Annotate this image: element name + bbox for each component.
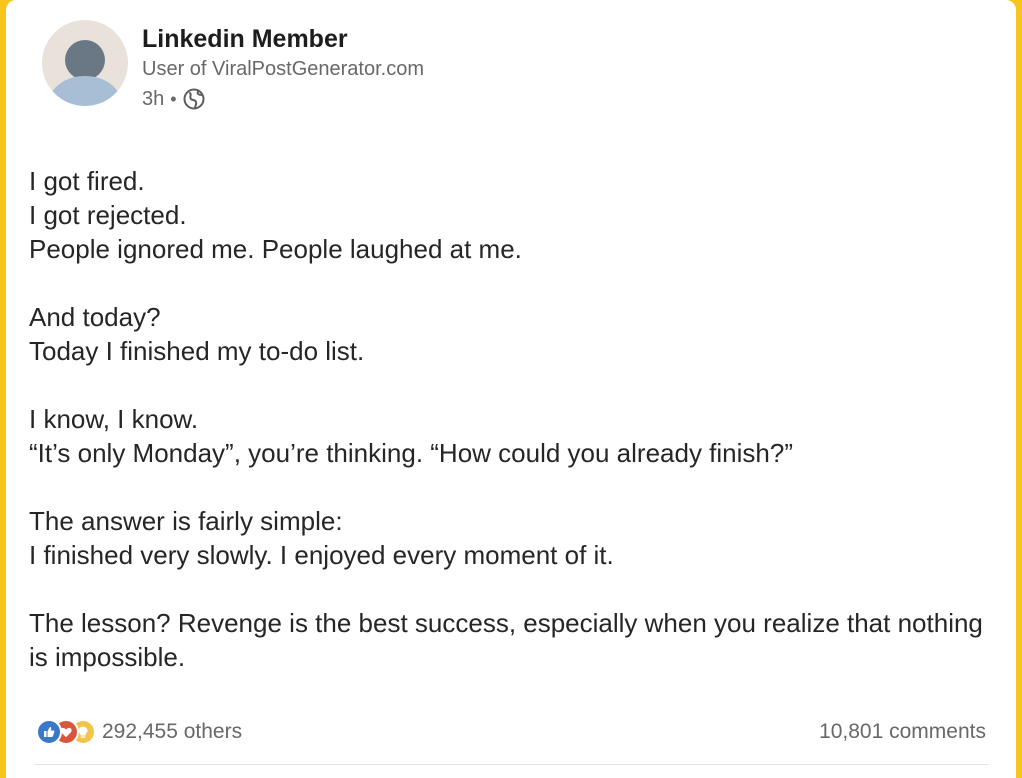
author-name[interactable]: Linkedin Member (142, 25, 348, 54)
comments-count[interactable]: 10,801 comments (819, 720, 986, 744)
post-line: The lesson? Revenge is the best success,… (29, 608, 983, 672)
post-line: I got rejected. (29, 200, 187, 230)
meta-separator: • (170, 88, 177, 109)
globe-icon (183, 88, 205, 110)
post-paragraph: And today? Today I finished my to-do lis… (29, 300, 989, 368)
post-line: I finished very slowly. I enjoyed every … (29, 540, 614, 570)
avatar[interactable] (42, 20, 128, 106)
post-line: And today? (29, 302, 161, 332)
reactions-summary[interactable]: 292,455 others (36, 716, 242, 748)
post-line: People ignored me. People laughed at me. (29, 234, 522, 264)
like-icon (36, 719, 62, 745)
post-meta: 3h • (142, 86, 205, 112)
post-line: I got fired. (29, 166, 145, 196)
reactions-count[interactable]: 292,455 others (102, 720, 242, 744)
author-headline: User of ViralPostGenerator.com (142, 58, 424, 80)
post-body: I got fired. I got rejected. People igno… (29, 164, 989, 674)
avatar-head-shape (65, 40, 105, 80)
post-paragraph: I got fired. I got rejected. People igno… (29, 164, 989, 266)
avatar-shoulders-shape (49, 76, 121, 106)
post-line: I know, I know. (29, 404, 199, 434)
post-paragraph: The answer is fairly simple: I finished … (29, 504, 989, 572)
post-paragraph: I know, I know. “It’s only Monday”, you’… (29, 402, 989, 470)
reaction-icons (36, 719, 96, 745)
post-line: The answer is fairly simple: (29, 506, 343, 536)
post-time: 3h (142, 87, 165, 110)
post-paragraph: The lesson? Revenge is the best success,… (29, 606, 989, 674)
post-line: “It’s only Monday”, you’re thinking. “Ho… (29, 438, 793, 468)
post-card: Linkedin Member User of ViralPostGenerat… (6, 0, 1016, 778)
divider (34, 764, 988, 765)
post-line: Today I finished my to-do list. (29, 336, 365, 366)
